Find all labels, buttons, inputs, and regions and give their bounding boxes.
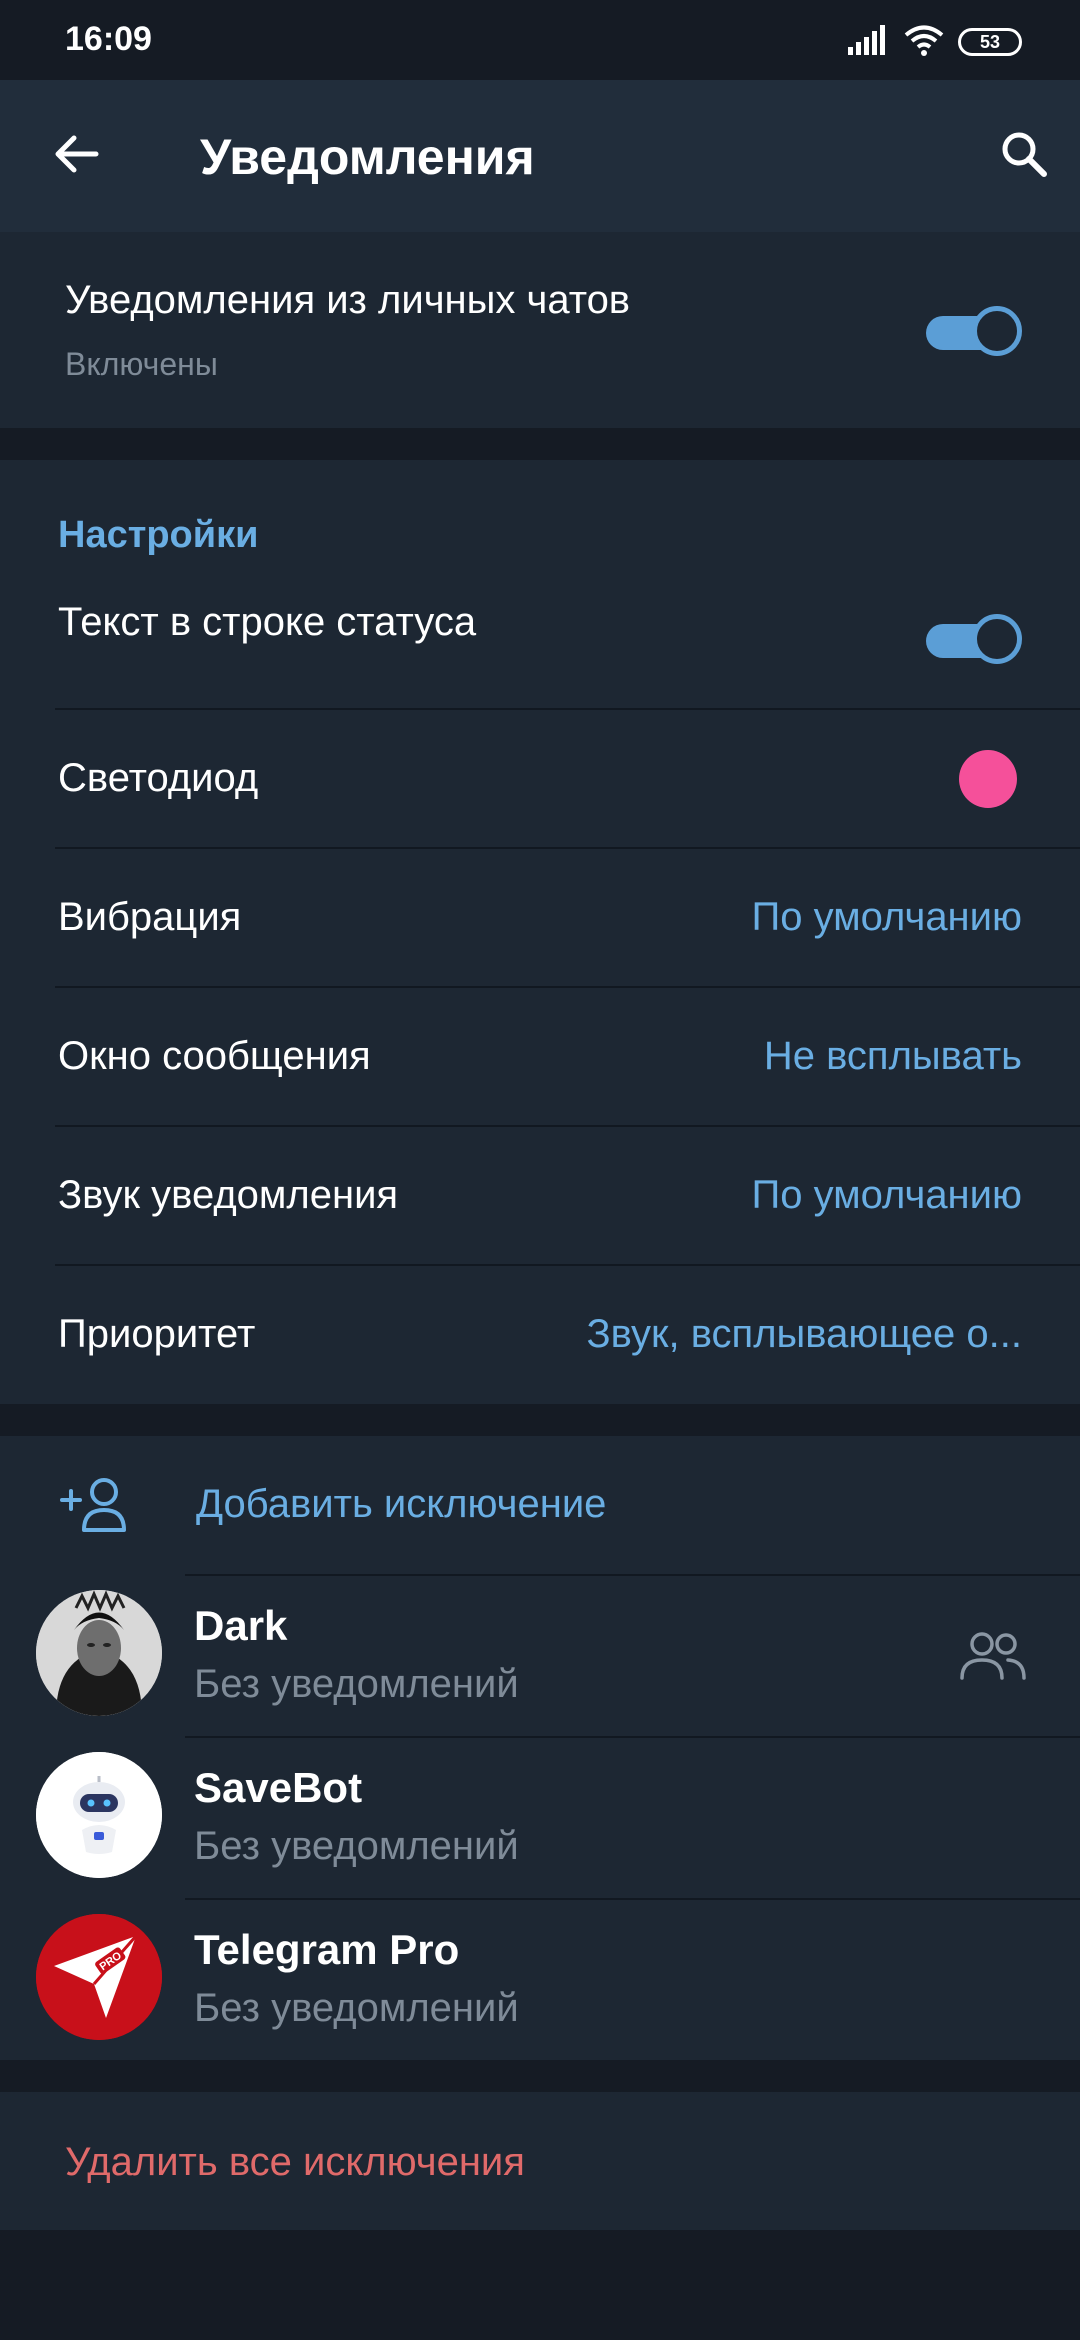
group-icon	[958, 1628, 1028, 1687]
notification-sound-row[interactable]: Звук уведомления По умолчанию	[0, 1127, 1080, 1266]
delete-all-exceptions-label: Удалить все исключения	[65, 2140, 525, 2184]
add-exception-label: Добавить исключение	[196, 1482, 607, 1526]
message-window-label: Окно сообщения	[58, 1034, 371, 1078]
exception-item-savebot[interactable]: SaveBot Без уведомлений	[0, 1738, 1080, 1898]
status-bar-text-toggle[interactable]	[926, 612, 1022, 668]
led-label: Светодиод	[58, 756, 259, 800]
vibration-label: Вибрация	[58, 895, 242, 939]
status-bar-text-row[interactable]: Текст в строке статуса	[0, 570, 1080, 710]
message-window-value: Не всплывать	[763, 1034, 1022, 1078]
exception-item-dark[interactable]: Dark Без уведомлений	[0, 1576, 1080, 1736]
vibration-value: По умолчанию	[751, 895, 1022, 939]
exceptions-section: Добавить исключение Dark Без уведомлений	[0, 1436, 1080, 2060]
add-user-icon	[58, 1476, 130, 1539]
vibration-row[interactable]: Вибрация По умолчанию	[0, 849, 1080, 988]
priority-label: Приоритет	[58, 1312, 256, 1356]
arrow-left-icon	[52, 130, 100, 183]
signal-icon	[848, 24, 890, 60]
chat-name: Dark	[194, 1602, 288, 1649]
status-time: 16:09	[65, 20, 152, 58]
private-chats-row[interactable]: Уведомления из личных чатов Включены	[0, 232, 1080, 428]
back-button[interactable]	[40, 120, 112, 192]
settings-header: Настройки	[58, 514, 259, 556]
search-icon	[999, 129, 1049, 184]
priority-row[interactable]: Приоритет Звук, всплывающее о...	[0, 1266, 1080, 1404]
battery-icon: 53	[958, 28, 1022, 56]
chat-name: Telegram Pro	[194, 1926, 460, 1973]
notification-sound-value: По умолчанию	[751, 1173, 1022, 1217]
priority-value: Звук, всплывающее о...	[586, 1312, 1022, 1356]
message-window-row[interactable]: Окно сообщения Не всплывать	[0, 988, 1080, 1127]
search-button[interactable]	[988, 120, 1060, 192]
chat-status: Без уведомлений	[194, 1662, 519, 1706]
exception-item-telegram-pro[interactable]: PRO Telegram Pro Без уведомлений	[0, 1900, 1080, 2060]
private-chats-toggle[interactable]	[926, 304, 1022, 360]
delete-exceptions-section: Удалить все исключения	[0, 2092, 1080, 2230]
avatar	[36, 1590, 162, 1716]
private-chats-section: Уведомления из личных чатов Включены	[0, 232, 1080, 428]
avatar	[36, 1752, 162, 1878]
status-bar: 16:09 53	[0, 0, 1080, 80]
wifi-icon	[904, 24, 944, 61]
chat-name: SaveBot	[194, 1764, 363, 1811]
private-chats-subtitle: Включены	[65, 346, 218, 382]
settings-section: Настройки Текст в строке статуса Светоди…	[0, 460, 1080, 1404]
led-color-dot	[959, 750, 1017, 808]
led-row[interactable]: Светодиод	[0, 710, 1080, 849]
private-chats-title: Уведомления из личных чатов	[65, 278, 631, 322]
app-bar: Уведомления	[0, 80, 1080, 232]
status-bar-text-label: Текст в строке статуса	[58, 600, 477, 644]
chat-status: Без уведомлений	[194, 1986, 519, 2030]
avatar: PRO	[36, 1914, 162, 2040]
notification-sound-label: Звук уведомления	[58, 1173, 399, 1217]
chat-status: Без уведомлений	[194, 1824, 519, 1868]
delete-all-exceptions-button[interactable]: Удалить все исключения	[0, 2092, 1080, 2230]
add-exception-row[interactable]: Добавить исключение	[0, 1436, 1080, 1574]
status-icons: 53	[848, 22, 1022, 62]
page-title: Уведомления	[200, 129, 535, 185]
